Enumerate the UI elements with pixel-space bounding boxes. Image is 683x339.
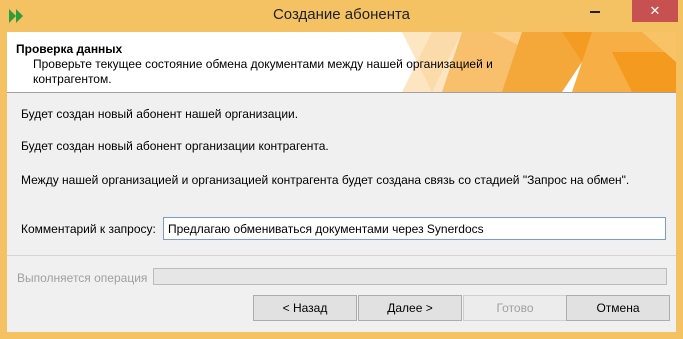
- comment-label: Комментарий к запросу:: [21, 222, 156, 236]
- back-button[interactable]: < Назад: [253, 295, 357, 321]
- finish-button[interactable]: Готово: [463, 295, 567, 321]
- cancel-button[interactable]: Отмена: [566, 295, 670, 321]
- banner-divider: [7, 92, 676, 93]
- header-banner: Проверка данных Проверьте текущее состоя…: [7, 32, 676, 92]
- close-button[interactable]: ✕: [632, 0, 678, 22]
- divider: [7, 255, 676, 256]
- window-title: Создание абонента: [272, 6, 411, 23]
- dialog-client-area: Проверка данных Проверьте текущее состоя…: [7, 32, 676, 332]
- minimize-icon: [590, 10, 600, 13]
- info-message-1: Будет создан новый абонент нашей организ…: [21, 107, 299, 121]
- progress-label: Выполняется операция: [17, 271, 148, 285]
- info-message-3: Между нашей организацией и организацией …: [21, 173, 630, 187]
- title-bar[interactable]: Создание абонента ✕: [0, 0, 683, 32]
- next-button[interactable]: Далее >: [358, 295, 462, 321]
- comment-input[interactable]: [163, 217, 666, 240]
- info-message-2: Будет создан новый абонент организации к…: [21, 139, 329, 153]
- banner-title: Проверка данных: [16, 42, 123, 56]
- progress-bar: [153, 268, 667, 285]
- dialog-window: Создание абонента ✕ Проверка данных Пров…: [0, 0, 683, 339]
- minimize-button[interactable]: [582, 0, 608, 22]
- banner-subtitle: Проверьте текущее состояние обмена докум…: [33, 57, 493, 86]
